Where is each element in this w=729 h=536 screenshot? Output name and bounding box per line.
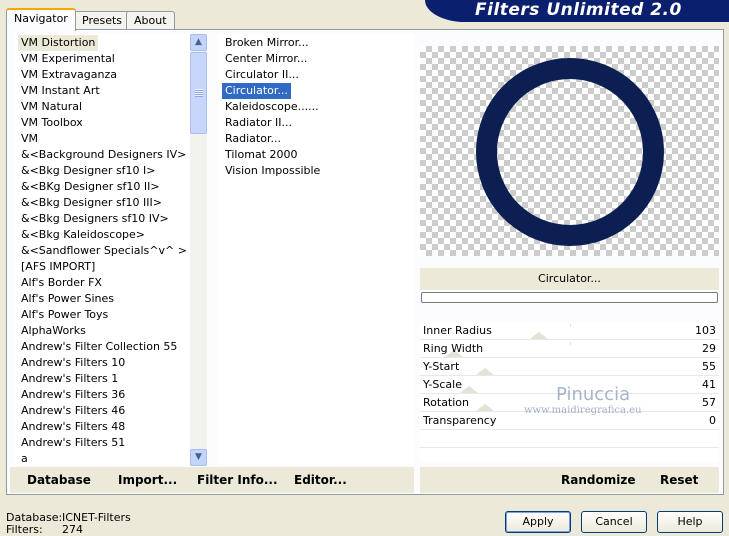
category-item[interactable]: VM Instant Art (18, 83, 103, 99)
reset-button[interactable]: Reset (660, 473, 698, 487)
filter-item[interactable]: Vision Impossible (222, 163, 323, 179)
filter-item[interactable]: Circulator II... (222, 67, 302, 83)
category-item[interactable]: &<Bkg Kaleidoscope> (18, 227, 148, 243)
parameter-button-bar: Randomize Reset (420, 467, 719, 493)
category-item[interactable]: AlphaWorks (18, 323, 89, 339)
category-item[interactable]: Alf's Border FX (18, 275, 105, 291)
randomize-button[interactable]: Randomize (561, 473, 635, 487)
category-item[interactable]: VM Natural (18, 99, 85, 115)
app-title-banner: Filters Unlimited 2.0 (425, 0, 729, 22)
category-item[interactable]: &<Bkg Designer sf10 I> (18, 163, 159, 179)
category-item[interactable]: &<Sandflower Specials^v^ > (18, 243, 190, 259)
filter-list[interactable]: Broken Mirror... Center Mirror... Circul… (218, 34, 414, 466)
param-label: Y-Start (423, 360, 460, 373)
filter-item[interactable]: Center Mirror... (222, 51, 310, 67)
help-button[interactable]: Help (657, 511, 723, 533)
filter-item[interactable]: Radiator II... (222, 115, 295, 131)
category-item[interactable]: VM Toolbox (18, 115, 86, 131)
category-item[interactable]: Andrew's Filters 51 (18, 435, 128, 451)
tab-navigator[interactable]: Navigator (6, 8, 76, 31)
category-item[interactable]: VM Extravaganza (18, 67, 120, 83)
param-label: Ring Width (423, 342, 484, 355)
filter-item[interactable]: Tilomat 2000 (222, 147, 300, 163)
app-title: Filters Unlimited 2.0 (475, 0, 682, 20)
watermark-site: www.maidiregrafica.eu (524, 405, 642, 416)
param-value: 55 (702, 360, 716, 373)
category-item[interactable]: VM Experimental (18, 51, 118, 67)
category-scrollbar[interactable]: ▲ ▼ (190, 34, 207, 466)
param-value: 41 (702, 378, 716, 391)
filter-item[interactable]: Kaleidoscope...... (222, 99, 322, 115)
category-item[interactable]: Andrew's Filters 10 (18, 355, 128, 371)
filter-item[interactable]: Radiator... (222, 131, 284, 147)
scroll-up-icon[interactable]: ▲ (190, 34, 207, 51)
circle-ring-preview (476, 58, 664, 246)
cancel-button[interactable]: Cancel (581, 511, 647, 533)
status-filters-value: 274 (62, 523, 83, 536)
current-filter-name: Circulator... (420, 268, 719, 290)
slider-tick (570, 342, 571, 345)
category-list[interactable]: VM Distortion VM Experimental VM Extrava… (14, 34, 207, 466)
param-label: Transparency (423, 414, 497, 427)
param-inner-radius[interactable]: Inner Radius 103 (420, 322, 719, 340)
category-item[interactable]: VM Distortion (18, 35, 99, 51)
editor-button[interactable]: Editor... (294, 473, 347, 487)
progress-bar (421, 292, 718, 303)
param-label: Y-Scale (423, 378, 462, 391)
filter-preview (420, 46, 719, 256)
category-item[interactable]: Alf's Power Toys (18, 307, 111, 323)
category-item[interactable]: Andrew's Filters 1 (18, 371, 121, 387)
tab-presets[interactable]: Presets (74, 11, 131, 30)
param-value: 57 (702, 396, 716, 409)
scroll-thumb[interactable] (190, 52, 207, 134)
slider-thumb[interactable] (476, 368, 494, 375)
param-value: 103 (695, 324, 716, 337)
category-item[interactable]: Andrew's Filters 46 (18, 403, 128, 419)
status-filters-label: Filters: (6, 523, 43, 536)
param-label: Rotation (423, 396, 470, 409)
param-value: 0 (709, 414, 716, 427)
status-filters: Filters: 274 (6, 523, 83, 536)
category-item[interactable]: Andrew's Filters 48 (18, 419, 128, 435)
param-value: 29 (702, 342, 716, 355)
slider-thumb[interactable] (460, 386, 478, 393)
navigator-button-bar: Database Import... Filter Info... Editor… (10, 467, 414, 493)
category-item[interactable]: VM (18, 131, 41, 147)
watermark-name: Pinuccia (556, 384, 631, 405)
scroll-down-icon[interactable]: ▼ (190, 449, 207, 466)
category-item[interactable]: [AFS IMPORT] (18, 259, 98, 275)
category-item[interactable]: Alf's Power Sines (18, 291, 117, 307)
slider-thumb[interactable] (476, 404, 494, 411)
param-ring-width[interactable]: Ring Width 29 (420, 340, 719, 358)
category-item[interactable]: Andrew's Filter Collection 55 (18, 339, 180, 355)
category-item[interactable]: &<BKg Designer sf10 II> (18, 179, 163, 195)
filter-info-button[interactable]: Filter Info... (197, 473, 278, 487)
param-empty-row (420, 430, 719, 448)
category-item[interactable]: &<Bkg Designers sf10 IV> (18, 211, 172, 227)
slider-thumb[interactable] (530, 332, 548, 339)
param-y-start[interactable]: Y-Start 55 (420, 358, 719, 376)
param-label: Inner Radius (423, 324, 492, 337)
database-button[interactable]: Database (27, 473, 91, 487)
grip-icon (195, 89, 203, 97)
tab-about[interactable]: About (126, 11, 175, 30)
category-item[interactable]: Andrew's Filters 36 (18, 387, 128, 403)
slider-tick (570, 324, 571, 327)
category-item[interactable]: &<Background Designers IV> (18, 147, 189, 163)
import-button[interactable]: Import... (118, 473, 177, 487)
category-item[interactable]: &<Bkg Designer sf10 III> (18, 195, 165, 211)
filter-item[interactable]: Broken Mirror... (222, 35, 312, 51)
category-item[interactable]: a (18, 451, 31, 467)
apply-button[interactable]: Apply (505, 511, 571, 533)
filter-item-selected[interactable]: Circulator... (222, 83, 291, 99)
